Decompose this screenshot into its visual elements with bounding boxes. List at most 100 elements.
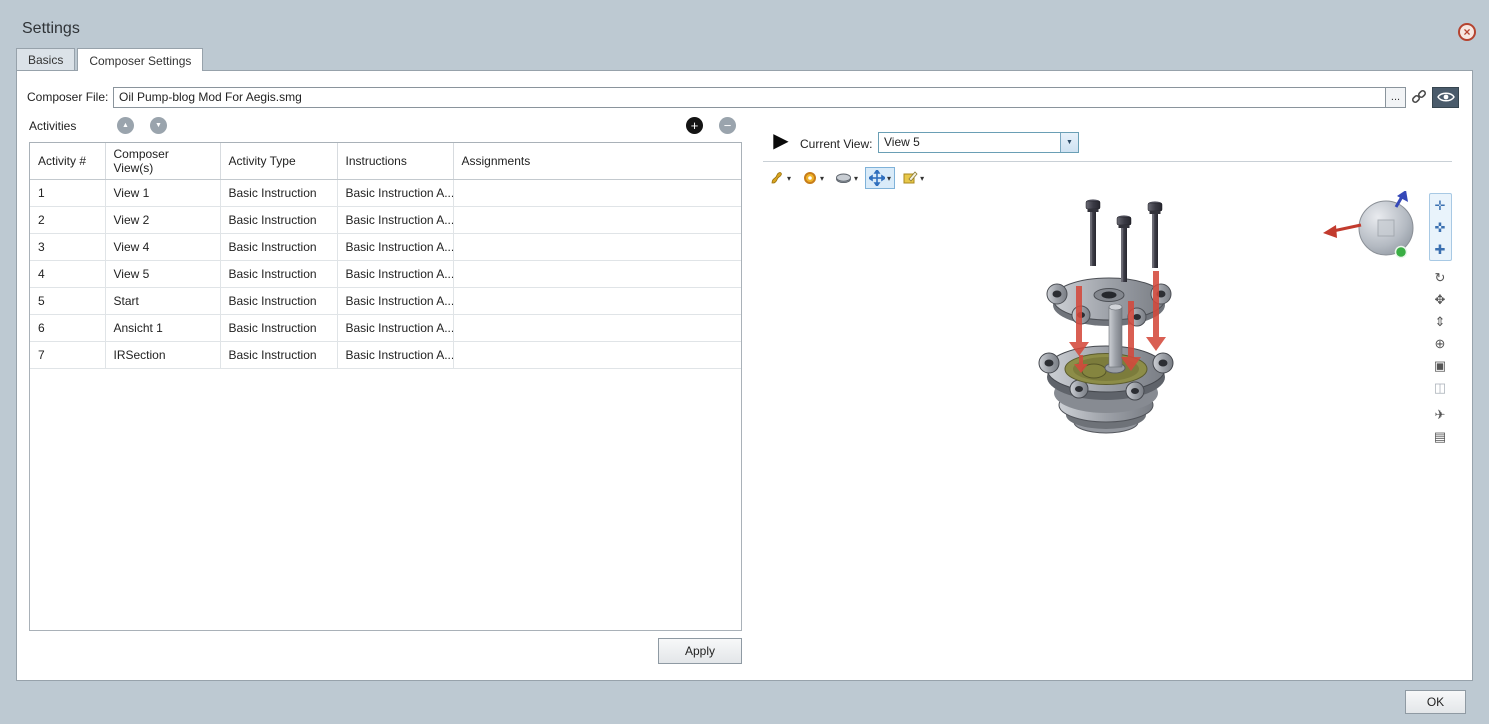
cell-assignments[interactable]: [453, 207, 742, 234]
cell-assignments[interactable]: [453, 342, 742, 369]
render-tool-button[interactable]: ▾: [765, 167, 795, 189]
navigation-orb: [1323, 191, 1413, 258]
move-activity-up-button[interactable]: ▲: [117, 117, 134, 134]
browse-button[interactable]: ...: [1386, 87, 1406, 108]
add-activity-button[interactable]: +: [686, 117, 703, 134]
move-activity-down-button[interactable]: ▼: [150, 117, 167, 134]
close-icon[interactable]: ×: [1458, 23, 1476, 41]
zoom-window-icon[interactable]: ▣: [1430, 354, 1451, 376]
cell-activity-type[interactable]: Basic Instruction: [220, 180, 337, 207]
column-header-assignments[interactable]: Assignments: [453, 143, 742, 180]
column-header-instructions[interactable]: Instructions: [337, 143, 453, 180]
cell-composer-view[interactable]: Start: [105, 288, 220, 315]
orbit-icon[interactable]: ↻: [1430, 266, 1451, 288]
move-tool-button[interactable]: ▾: [865, 167, 895, 189]
pan-icon[interactable]: ✥: [1430, 288, 1451, 310]
cell-activity-num[interactable]: 2: [30, 207, 105, 234]
cell-activity-num[interactable]: 7: [30, 342, 105, 369]
cell-activity-num[interactable]: 5: [30, 288, 105, 315]
cell-activity-type[interactable]: Basic Instruction: [220, 234, 337, 261]
cell-activity-type[interactable]: Basic Instruction: [220, 288, 337, 315]
preview-eye-button[interactable]: [1432, 87, 1459, 108]
cell-assignments[interactable]: [453, 234, 742, 261]
composer-file-label: Composer File:: [27, 90, 113, 104]
rotate-view-icon[interactable]: ✜: [1430, 216, 1451, 238]
cell-instructions[interactable]: Basic Instruction A...: [337, 288, 453, 315]
cell-assignments[interactable]: [453, 180, 742, 207]
cell-activity-type[interactable]: Basic Instruction: [220, 261, 337, 288]
cell-activity-num[interactable]: 4: [30, 261, 105, 288]
view-align-group: ✛ ✜ ✚: [1429, 193, 1452, 261]
current-view-label: Current View:: [800, 137, 872, 151]
composer-file-input[interactable]: [113, 87, 1386, 108]
viewport-mode-icon[interactable]: ✚: [1430, 238, 1451, 260]
material-tool-button[interactable]: ▾: [831, 167, 862, 189]
cell-activity-num[interactable]: 3: [30, 234, 105, 261]
cell-composer-view[interactable]: View 5: [105, 261, 220, 288]
cell-instructions[interactable]: Basic Instruction A...: [337, 342, 453, 369]
table-row[interactable]: 4 View 5 Basic Instruction Basic Instruc…: [30, 261, 742, 288]
fly-through-icon[interactable]: ✈: [1430, 403, 1451, 425]
table-row[interactable]: 6 Ansicht 1 Basic Instruction Basic Inst…: [30, 315, 742, 342]
cell-assignments[interactable]: [453, 288, 742, 315]
table-row[interactable]: 1 View 1 Basic Instruction Basic Instruc…: [30, 180, 742, 207]
camera-view-icon[interactable]: ▤: [1430, 425, 1451, 447]
zoom-selection-icon[interactable]: ◫: [1430, 376, 1451, 398]
cell-composer-view[interactable]: Ansicht 1: [105, 315, 220, 342]
chevron-down-icon: ▾: [820, 174, 824, 183]
cell-activity-type[interactable]: Basic Instruction: [220, 315, 337, 342]
viewer-toolbar: ▾ ▾ ▾: [765, 166, 928, 190]
play-button[interactable]: ▶: [769, 129, 793, 153]
table-row[interactable]: 2 View 2 Basic Instruction Basic Instruc…: [30, 207, 742, 234]
column-header-composer-views[interactable]: Composer View(s): [105, 143, 220, 180]
cell-composer-view[interactable]: View 2: [105, 207, 220, 234]
move-tool-icon: [869, 170, 885, 186]
cell-instructions[interactable]: Basic Instruction A...: [337, 180, 453, 207]
cell-activity-num[interactable]: 1: [30, 180, 105, 207]
composer-file-row: Composer File: ...: [27, 86, 1459, 108]
column-header-activity-num[interactable]: Activity #: [30, 143, 105, 180]
cell-activity-num[interactable]: 6: [30, 315, 105, 342]
remove-activity-button[interactable]: −: [719, 117, 736, 134]
apply-button[interactable]: Apply: [658, 638, 742, 664]
tab-basics[interactable]: Basics: [16, 48, 75, 70]
3d-viewport[interactable]: [763, 191, 1426, 661]
oil-pump-model: [1039, 199, 1173, 433]
tab-composer-settings[interactable]: Composer Settings: [77, 48, 203, 71]
cell-composer-view[interactable]: View 4: [105, 234, 220, 261]
table-row[interactable]: 3 View 4 Basic Instruction Basic Instruc…: [30, 234, 742, 261]
cell-instructions[interactable]: Basic Instruction A...: [337, 234, 453, 261]
cell-assignments[interactable]: [453, 315, 742, 342]
material-tool-icon: [835, 170, 852, 186]
chevron-down-icon[interactable]: ▼: [1060, 133, 1078, 152]
up-arrow-icon: ▲: [122, 122, 129, 129]
down-arrow-icon: ▼: [155, 122, 162, 129]
cell-activity-type[interactable]: Basic Instruction: [220, 207, 337, 234]
ok-button[interactable]: OK: [1405, 690, 1466, 714]
column-header-activity-type[interactable]: Activity Type: [220, 143, 337, 180]
view-mode-icon: [802, 170, 818, 186]
cell-instructions[interactable]: Basic Instruction A...: [337, 315, 453, 342]
cell-composer-view[interactable]: IRSection: [105, 342, 220, 369]
settings-window: Settings × Basics Composer Settings Comp…: [0, 0, 1489, 724]
plus-icon: +: [691, 119, 699, 132]
annotation-tool-button[interactable]: ▾: [898, 167, 928, 189]
cell-assignments[interactable]: [453, 261, 742, 288]
view-mode-button[interactable]: ▾: [798, 167, 828, 189]
minus-icon: −: [724, 119, 732, 132]
align-views-icon[interactable]: ✛: [1430, 194, 1451, 216]
chevron-down-icon: ▾: [787, 174, 791, 183]
render-tool-icon: [769, 170, 785, 186]
current-view-dropdown[interactable]: View 5 ▼: [878, 132, 1079, 153]
zoom-in-icon[interactable]: ⊕: [1430, 332, 1451, 354]
link-icon[interactable]: [1408, 87, 1429, 108]
chevron-down-icon: ▾: [854, 174, 858, 183]
cell-instructions[interactable]: Basic Instruction A...: [337, 207, 453, 234]
viewport-side-toolbar: ✛ ✜ ✚ ↻ ✥ ⇕ ⊕ ▣ ◫ ✈ ▤: [1428, 193, 1452, 447]
cell-activity-type[interactable]: Basic Instruction: [220, 342, 337, 369]
cell-instructions[interactable]: Basic Instruction A...: [337, 261, 453, 288]
table-row[interactable]: 7 IRSection Basic Instruction Basic Inst…: [30, 342, 742, 369]
zoom-icon[interactable]: ⇕: [1430, 310, 1451, 332]
cell-composer-view[interactable]: View 1: [105, 180, 220, 207]
table-row[interactable]: 5 Start Basic Instruction Basic Instruct…: [30, 288, 742, 315]
